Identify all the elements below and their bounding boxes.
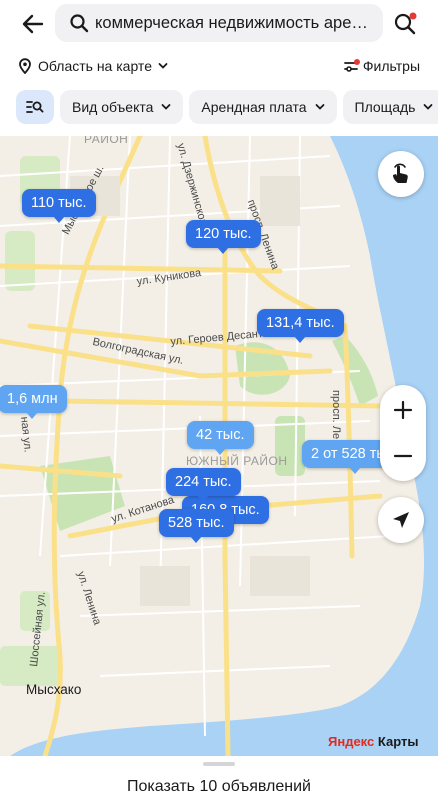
plus-icon [393,400,413,420]
chip-object-type[interactable]: Вид объекта [60,90,184,124]
chevron-down-icon [162,104,171,110]
map-view[interactable]: РАЙОН ЮЖНЫЙ РАЙОН Мысхакское ш. ул. Дзер… [0,136,438,756]
zoom-in-button[interactable] [380,387,426,433]
search-input[interactable]: коммерческая недвижимость арендовать [55,4,383,42]
street-label: просп. Ле [330,390,342,440]
top-bar: коммерческая недвижимость арендовать [0,0,438,48]
filters-label: Фильтры [362,58,420,74]
yandex-maps-logo: Яндекс Карты [328,734,419,749]
district-label: РАЙОН [84,136,129,146]
chip-area-size[interactable]: Площадь [342,90,438,124]
search-star-icon [394,12,417,35]
price-pin[interactable]: 120 тыс. [186,220,261,254]
location-mode-button[interactable] [378,151,424,197]
chip-label: Площадь [354,99,416,115]
saved-search-button[interactable] [392,10,420,38]
drag-handle[interactable] [203,762,235,766]
my-location-button[interactable] [378,497,424,543]
price-pin[interactable]: 1,6 млн [0,385,67,419]
district-label: ЮЖНЫЙ РАЙОН [186,454,288,468]
back-button[interactable] [18,10,48,38]
chip-label: Вид объекта [72,99,154,115]
price-pin[interactable]: 110 тыс. [22,189,96,223]
price-pin[interactable]: 42 тыс. [187,421,254,455]
zoom-out-button[interactable] [380,433,426,479]
zoom-controls [380,385,426,481]
filter-chips: Вид объекта Арендная плата Площадь [16,90,438,124]
city-label: Мысхако [26,682,82,697]
list-view-chip[interactable] [16,90,54,124]
navigation-arrow-icon [393,512,409,528]
search-query-text: коммерческая недвижимость арендовать [95,13,375,32]
search-icon [70,14,89,33]
list-search-icon [26,101,44,113]
filters-button[interactable]: Фильтры [343,58,420,74]
bottom-sheet: Показать 10 объявлений [0,756,438,800]
chevron-down-icon [158,63,168,69]
map-area-selector[interactable]: Область на карте [18,58,168,74]
chip-label: Арендная плата [201,99,307,115]
price-pin[interactable]: 224 тыс. [166,468,241,502]
price-pin[interactable]: 528 тыс. [159,509,234,543]
chevron-down-icon [315,104,324,110]
chip-rent-price[interactable]: Арендная плата [189,90,337,124]
chevron-down-icon [424,104,433,110]
price-pin[interactable]: 131,4 тыс. [257,309,344,343]
map-area-label: Область на карте [38,58,152,74]
hand-pointer-icon [393,163,408,183]
show-listings-button[interactable]: Показать 10 объявлений [0,778,438,796]
minus-icon [393,454,413,458]
location-pin-icon [19,58,31,74]
sliders-icon [344,59,360,72]
arrow-left-icon [22,14,44,34]
filter-row: Область на карте Фильтры [0,56,438,84]
